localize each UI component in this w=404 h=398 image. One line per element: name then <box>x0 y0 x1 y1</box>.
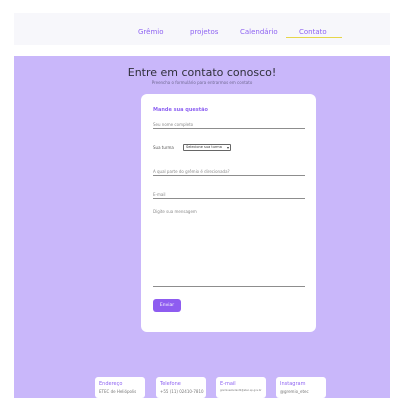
form-title: Mande sua questão <box>153 107 208 113</box>
send-button[interactable]: Enviar <box>153 299 181 312</box>
email-title: E-mail <box>220 381 236 387</box>
phone-text: +55 (11) 02410-7810 <box>160 389 204 394</box>
instagram-text: @gremio_etec <box>280 389 309 394</box>
phone-title: Telefone <box>160 381 181 387</box>
address-text: ETEC de Heliópolis <box>99 389 137 394</box>
page-subtitle: Preencha o formulário para entrarmos em … <box>151 80 253 85</box>
nav-link-contato[interactable]: Contato <box>299 28 327 36</box>
class-select-value: Selecione sua turma <box>186 145 222 149</box>
active-nav-underline <box>286 37 342 38</box>
instagram-title: Instagram <box>280 381 306 387</box>
nav-link-calendario[interactable]: Calendário <box>240 28 278 36</box>
chevron-down-icon: ▾ <box>226 145 229 150</box>
nav-link-projetos[interactable]: projetos <box>190 28 218 36</box>
email-text: gremioestudantil@etec.sp.gov.br <box>220 389 262 392</box>
class-select[interactable]: Selecione sua turma ▾ <box>183 144 231 151</box>
message-textarea[interactable] <box>153 209 305 287</box>
address-title: Endereço <box>99 381 123 387</box>
name-input[interactable] <box>153 121 305 129</box>
department-input[interactable] <box>153 168 305 176</box>
page-title: Entre em contato conosco! <box>127 66 277 79</box>
email-field[interactable] <box>153 191 305 199</box>
class-label: Sua turma <box>153 145 174 150</box>
nav-link-gremio[interactable]: Grêmio <box>138 28 164 36</box>
